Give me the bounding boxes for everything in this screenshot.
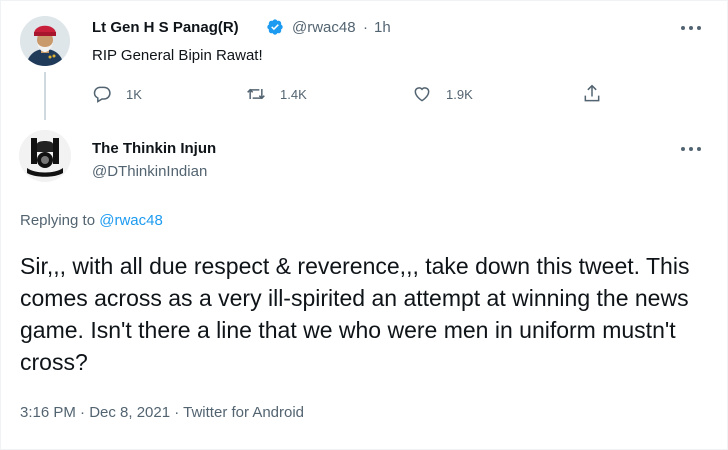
like-icon xyxy=(414,87,430,102)
verified-badge-icon xyxy=(267,19,283,35)
replying-to-line: Replying to @rwac48 xyxy=(20,212,163,229)
parent-tweet-text: RIP General Bipin Rawat! xyxy=(92,47,263,64)
parent-author-name[interactable]: Lt Gen H S Panag(R) xyxy=(92,19,239,36)
reply-author-avatar[interactable] xyxy=(19,130,71,182)
like-button[interactable]: 1.9K xyxy=(412,82,473,106)
replying-to-label: Replying to xyxy=(20,212,96,229)
like-count: 1.9K xyxy=(446,86,473,102)
reply-tweet-timestamp[interactable]: 3:16 PM · Dec 8, 2021 · Twitter for Andr… xyxy=(20,404,304,421)
share-icon xyxy=(584,84,600,102)
share-button[interactable] xyxy=(582,82,616,106)
reply-button[interactable]: 1K xyxy=(92,82,142,106)
reply-author-name[interactable]: The Thinkin Injun xyxy=(92,140,216,157)
parent-author-handle[interactable]: @rwac48 xyxy=(292,19,356,36)
replying-to-handle-link[interactable]: @rwac48 xyxy=(99,212,163,229)
reply-author-handle[interactable]: @DThinkinIndian xyxy=(92,163,207,180)
parent-author-avatar[interactable] xyxy=(20,16,70,66)
reply-tweet-text: Sir,,, with all due respect & reverence,… xyxy=(20,253,690,375)
reply-count: 1K xyxy=(126,86,142,102)
retweet-count: 1.4K xyxy=(280,86,307,102)
parent-tweet-time[interactable]: 1h xyxy=(374,19,391,36)
parent-time-separator: · xyxy=(363,19,368,36)
retweet-button[interactable]: 1.4K xyxy=(246,82,307,106)
reply-more-options-icon[interactable] xyxy=(681,142,701,156)
reply-icon xyxy=(93,86,111,103)
retweet-icon xyxy=(247,88,265,100)
parent-more-options-icon[interactable] xyxy=(681,21,701,35)
thread-connector-line xyxy=(44,72,46,120)
